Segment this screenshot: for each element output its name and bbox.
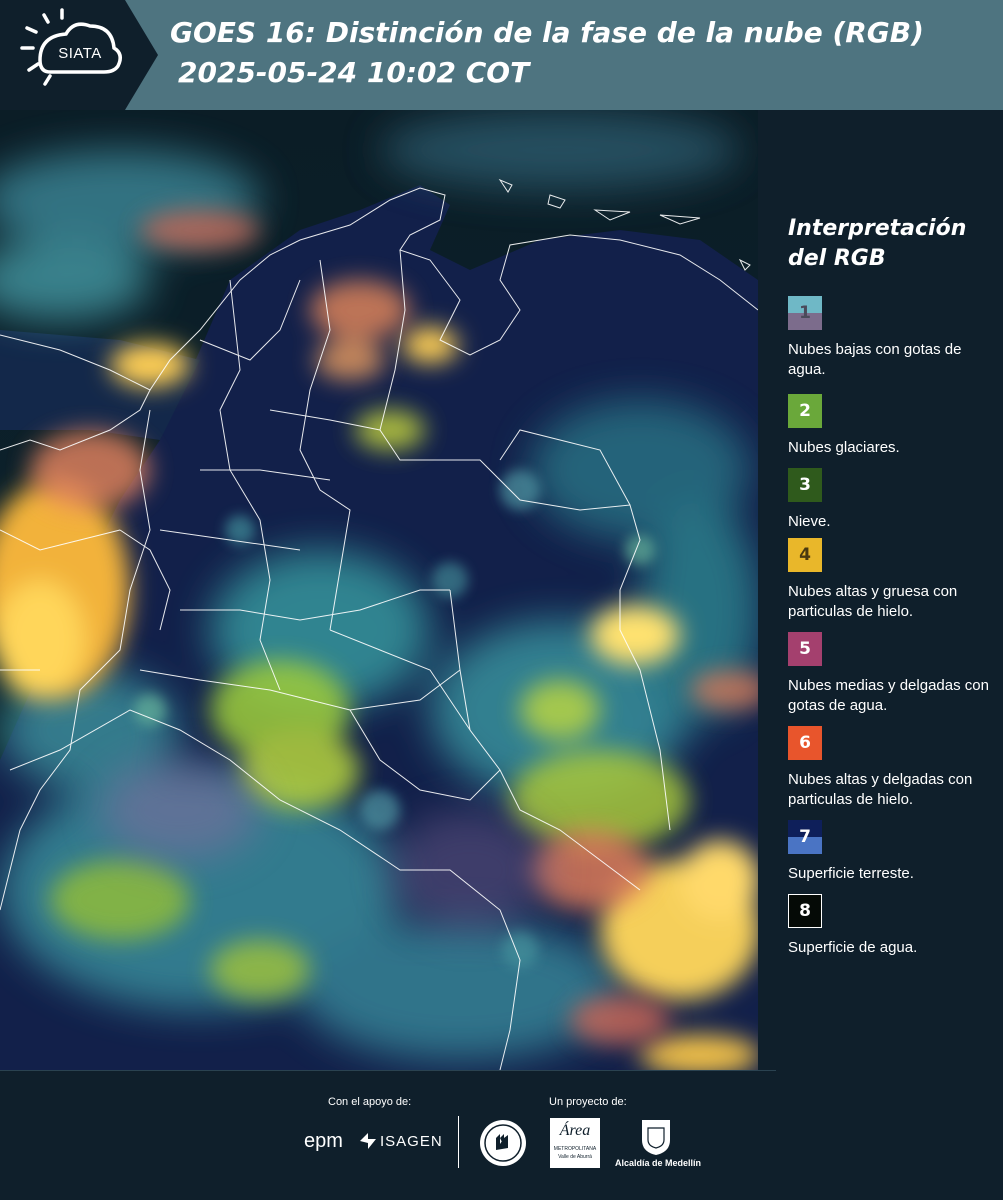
isagen-logo-icon [360, 1133, 376, 1149]
seal-logo-icon [480, 1120, 526, 1166]
footer-divider [458, 1116, 459, 1168]
support-label: Con el apoyo de: [328, 1096, 412, 1108]
rgb-legend: Interpretación del RGB 1 Nubes bajas con… [776, 214, 996, 956]
legend-number-1: 1 [799, 303, 811, 323]
legend-number-6: 6 [799, 733, 811, 753]
legend-number-3: 3 [799, 475, 811, 495]
area-logo-sub: METROPOLITANA [553, 1146, 597, 1152]
page-title: GOES 16: Distinción de la fase de la nub… [170, 16, 924, 49]
legend-label-1: Nubes bajas con gotas de agua. [788, 341, 962, 378]
area-logo-sub2: Valle de Aburrá [558, 1154, 592, 1160]
satellite-rgb-image [0, 110, 758, 1070]
legend-item-5: 5 Nubes medias y delgadas con gotas de a… [788, 632, 1003, 716]
legend-number-2: 2 [799, 401, 811, 421]
legend-label-4: Nubes altas y gruesa con particulas de h… [788, 583, 958, 620]
legend-swatch-2: 2 [788, 394, 822, 428]
timestamp-title: 2025-05-24 10:02 COT [178, 56, 530, 89]
header-bar: SIATA GOES 16: Distinción de la fase de … [0, 0, 1003, 110]
legend-title: Interpretación del RGB [788, 216, 967, 271]
legend-number-7: 7 [799, 827, 811, 847]
isagen-logo: ISAGEN [380, 1133, 443, 1150]
legend-swatch-3: 3 [788, 468, 822, 502]
legend-item-4: 4 Nubes altas y gruesa con particulas de… [788, 538, 1003, 622]
siata-logo-text: SIATA [58, 45, 102, 62]
legend-label-8: Superficie de agua. [788, 939, 918, 956]
legend-swatch-7: 7 [788, 820, 822, 854]
legend-label-2: Nubes glaciares. [788, 439, 900, 456]
legend-swatch-6: 6 [788, 726, 822, 760]
legend-label-6: Nubes altas y delgadas con particulas de… [788, 771, 973, 808]
legend-swatch-5: 5 [788, 632, 822, 666]
legend-swatch-8: 8 [788, 894, 822, 928]
epm-logo: epm [304, 1130, 343, 1152]
legend-item-6: 6 Nubes altas y delgadas con particulas … [788, 726, 1003, 810]
legend-number-4: 4 [799, 545, 811, 565]
legend-label-5: Nubes medias y delgadas con gotas de agu… [788, 677, 989, 714]
legend-item-3: 3 Nieve. [788, 468, 1003, 532]
legend-item-8: 8 Superficie de agua. [788, 894, 1003, 958]
alcaldia-shield-icon [642, 1120, 670, 1155]
legend-item-2: 2 Nubes glaciares. [788, 394, 1003, 458]
legend-number-8: 8 [799, 901, 811, 921]
siata-logo: SIATA [0, 0, 160, 110]
area-logo-text: Área [559, 1122, 591, 1139]
footer: Con el apoyo de: Un proyecto de: epm ISA… [0, 1070, 1003, 1200]
legend-label-3: Nieve. [788, 513, 831, 530]
legend-item-1: 1 Nubes bajas con gotas de agua. [788, 296, 1003, 380]
alcaldia-logo-text: Alcaldía de Medellín [614, 1158, 702, 1168]
legend-swatch-4: 4 [788, 538, 822, 572]
project-label: Un proyecto de: [549, 1096, 627, 1108]
legend-item-7: 7 Superficie terreste. [788, 820, 1003, 884]
footer-rule [0, 1070, 776, 1071]
legend-label-7: Superficie terreste. [788, 865, 914, 882]
legend-swatch-1: 1 [788, 296, 822, 330]
legend-number-5: 5 [799, 639, 811, 659]
